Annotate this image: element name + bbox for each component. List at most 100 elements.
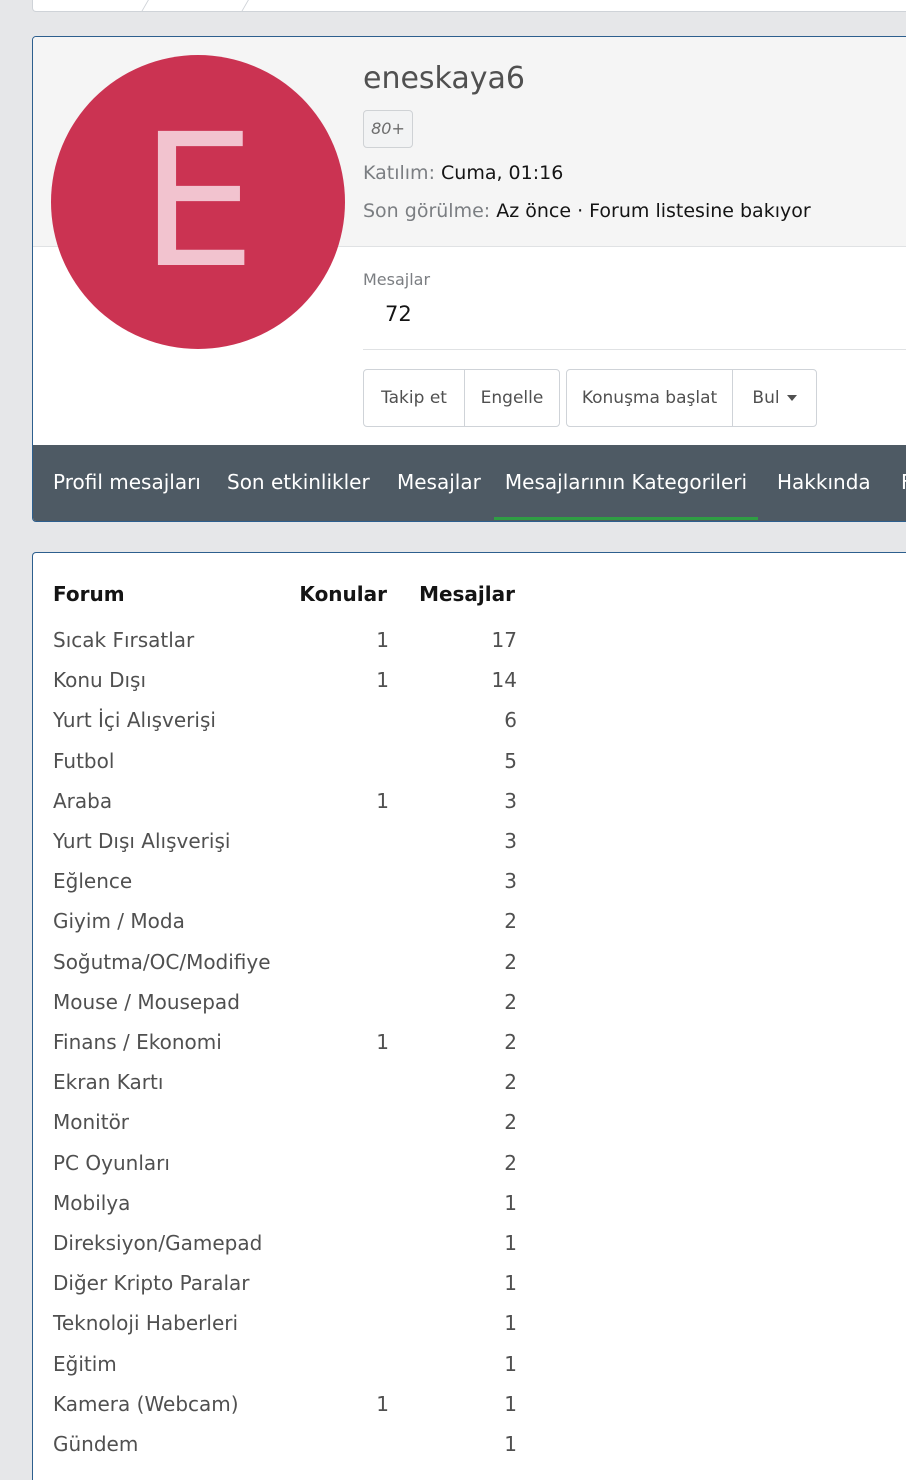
forum-link[interactable]: Diğer Kripto Paralar bbox=[53, 1270, 250, 1296]
messages-count: 1 bbox=[504, 1311, 517, 1336]
messages-count: 1 bbox=[504, 1432, 517, 1456]
table-row: Konu Dışı 1 14 bbox=[33, 667, 553, 707]
topics-count: 1 bbox=[376, 628, 389, 652]
forum-link[interactable]: Yurt Dışı Alışverişi bbox=[53, 828, 230, 854]
topics-count: 1 bbox=[376, 1391, 389, 1416]
messages-count: 3 bbox=[504, 829, 517, 853]
forum-link[interactable]: Monitör bbox=[53, 1109, 129, 1135]
forum-link[interactable]: Sıcak Fırsatlar bbox=[53, 627, 194, 653]
table-row: Ekran Kartı 2 bbox=[33, 1069, 553, 1109]
table-row: Sıcak Fırsatlar 1 17 bbox=[33, 627, 553, 667]
breadcrumb-separator bbox=[237, 0, 254, 11]
messages-count: 6 bbox=[504, 708, 517, 733]
messages-count: 1 bbox=[504, 1351, 517, 1376]
forum-link[interactable]: Direksiyon/Gamepad bbox=[53, 1230, 262, 1256]
forum-link[interactable]: PC Oyunları bbox=[53, 1150, 170, 1176]
topics-count: 1 bbox=[376, 788, 389, 813]
table-row: Monitör 2 bbox=[33, 1109, 553, 1149]
follow-button[interactable]: Takip et bbox=[364, 370, 464, 426]
messages-count: 1 bbox=[504, 1190, 517, 1215]
find-button-label: Bul bbox=[752, 388, 780, 408]
forum-link[interactable]: Teknoloji Haberleri bbox=[53, 1310, 238, 1336]
profile-tabs: Profil mesajları Son etkinlikler Mesajla… bbox=[33, 445, 906, 521]
forum-link[interactable]: Eğlence bbox=[53, 868, 132, 894]
forum-link[interactable]: Kamera (Webcam) bbox=[53, 1391, 239, 1417]
column-header-messages: Mesajlar bbox=[419, 582, 515, 606]
last-seen-label: Son görülme: bbox=[363, 200, 491, 222]
table-row: Teknoloji Haberleri 1 bbox=[33, 1310, 553, 1350]
messages-count: 5 bbox=[504, 748, 517, 773]
follow-ignore-group: Takip et Engelle bbox=[363, 369, 560, 427]
messages-count: 2 bbox=[504, 949, 517, 974]
table-row: Mobilya 1 bbox=[33, 1190, 553, 1230]
messages-count: 3 bbox=[504, 788, 517, 813]
last-seen-value[interactable]: Az önce · Forum listesine bakıyor bbox=[496, 200, 810, 222]
tab-post-categories[interactable]: Mesajlarının Kategorileri bbox=[494, 445, 758, 521]
messages-stat-value[interactable]: 72 bbox=[385, 299, 412, 329]
forum-link[interactable]: Gündem bbox=[53, 1431, 138, 1457]
table-row: Yurt İçi Alışverişi 6 bbox=[33, 707, 553, 747]
topics-count: 1 bbox=[376, 1030, 389, 1054]
forum-link[interactable]: Mouse / Mousepad bbox=[53, 989, 240, 1015]
table-row: PC Oyunları 2 bbox=[33, 1150, 553, 1190]
user-rank-badge: 80+ bbox=[363, 110, 413, 148]
table-row: Futbol 5 bbox=[33, 748, 553, 788]
forum-link[interactable]: Araba bbox=[53, 788, 112, 814]
messages-count: 2 bbox=[504, 989, 517, 1014]
messages-count: 2 bbox=[504, 1110, 517, 1135]
avatar-letter: E bbox=[139, 95, 257, 309]
tab-more[interactable]: F bbox=[901, 445, 906, 521]
messages-count: 1 bbox=[504, 1391, 517, 1416]
forum-link[interactable]: Yurt İçi Alışverişi bbox=[53, 707, 216, 733]
messages-count: 14 bbox=[491, 668, 517, 693]
messages-count: 2 bbox=[504, 1030, 517, 1054]
table-row: Eğitim 1 bbox=[33, 1351, 553, 1391]
forum-link[interactable]: Konu Dışı bbox=[53, 667, 146, 693]
last-seen-info: Son görülme: Az önce · Forum listesine b… bbox=[363, 198, 811, 224]
username[interactable]: eneskaya6 bbox=[363, 59, 525, 99]
messages-count: 2 bbox=[504, 1070, 517, 1095]
avatar[interactable]: E bbox=[51, 55, 345, 349]
topics-count: 1 bbox=[376, 668, 389, 693]
messages-count: 3 bbox=[504, 869, 517, 894]
joined-value: Cuma, 01:16 bbox=[441, 162, 564, 184]
table-row: Diğer Kripto Paralar 1 bbox=[33, 1270, 553, 1310]
table-row: Direksiyon/Gamepad 1 bbox=[33, 1230, 553, 1270]
table-row: Mouse / Mousepad 2 bbox=[33, 989, 553, 1029]
messages-count: 2 bbox=[504, 909, 517, 934]
forum-link[interactable]: Mobilya bbox=[53, 1190, 130, 1216]
breadcrumb-separator bbox=[137, 0, 154, 11]
column-header-forum: Forum bbox=[53, 582, 125, 606]
start-conversation-button[interactable]: Konuşma başlat bbox=[567, 370, 732, 426]
ignore-button[interactable]: Engelle bbox=[464, 370, 559, 426]
messages-count: 17 bbox=[491, 628, 517, 652]
messages-count: 1 bbox=[504, 1231, 517, 1255]
breadcrumb bbox=[32, 0, 906, 12]
tab-about[interactable]: Hakkında bbox=[777, 445, 871, 521]
categories-table: Forum Konular Mesajlar Sıcak Fırsatlar 1 1… bbox=[32, 552, 906, 1480]
divider bbox=[363, 349, 906, 350]
forum-link[interactable]: Futbol bbox=[53, 748, 114, 774]
messages-count: 2 bbox=[504, 1150, 517, 1175]
messages-count: 1 bbox=[504, 1271, 517, 1296]
table-row: Eğlence 3 bbox=[33, 868, 553, 908]
table-row: Yurt Dışı Alışverişi 3 bbox=[33, 828, 553, 868]
forum-link[interactable]: Eğitim bbox=[53, 1351, 117, 1377]
tab-profile-posts[interactable]: Profil mesajları bbox=[53, 445, 201, 521]
forum-link[interactable]: Finans / Ekonomi bbox=[53, 1029, 222, 1055]
table-row: Soğutma/OC/Modifiye 2 bbox=[33, 949, 553, 989]
table-row: Kamera (Webcam) 1 1 bbox=[33, 1391, 553, 1431]
table-row: Gündem 1 bbox=[33, 1431, 553, 1471]
messages-stat-label: Mesajlar bbox=[363, 270, 431, 289]
forum-link[interactable]: Soğutma/OC/Modifiye bbox=[53, 949, 271, 975]
forum-link[interactable]: Ekran Kartı bbox=[53, 1069, 163, 1095]
tab-postings[interactable]: Mesajlar bbox=[397, 445, 481, 521]
caret-down-icon bbox=[786, 395, 797, 401]
column-header-topics: Konular bbox=[299, 582, 387, 606]
table-row: Giyim / Moda 2 bbox=[33, 908, 553, 948]
profile-card: E eneskaya6 80+ Katılım: Cuma, 01:16 Son… bbox=[32, 36, 906, 522]
find-button[interactable]: Bul bbox=[732, 370, 816, 426]
joined-info: Katılım: Cuma, 01:16 bbox=[363, 160, 563, 186]
forum-link[interactable]: Giyim / Moda bbox=[53, 908, 185, 934]
tab-latest-activity[interactable]: Son etkinlikler bbox=[227, 445, 370, 521]
